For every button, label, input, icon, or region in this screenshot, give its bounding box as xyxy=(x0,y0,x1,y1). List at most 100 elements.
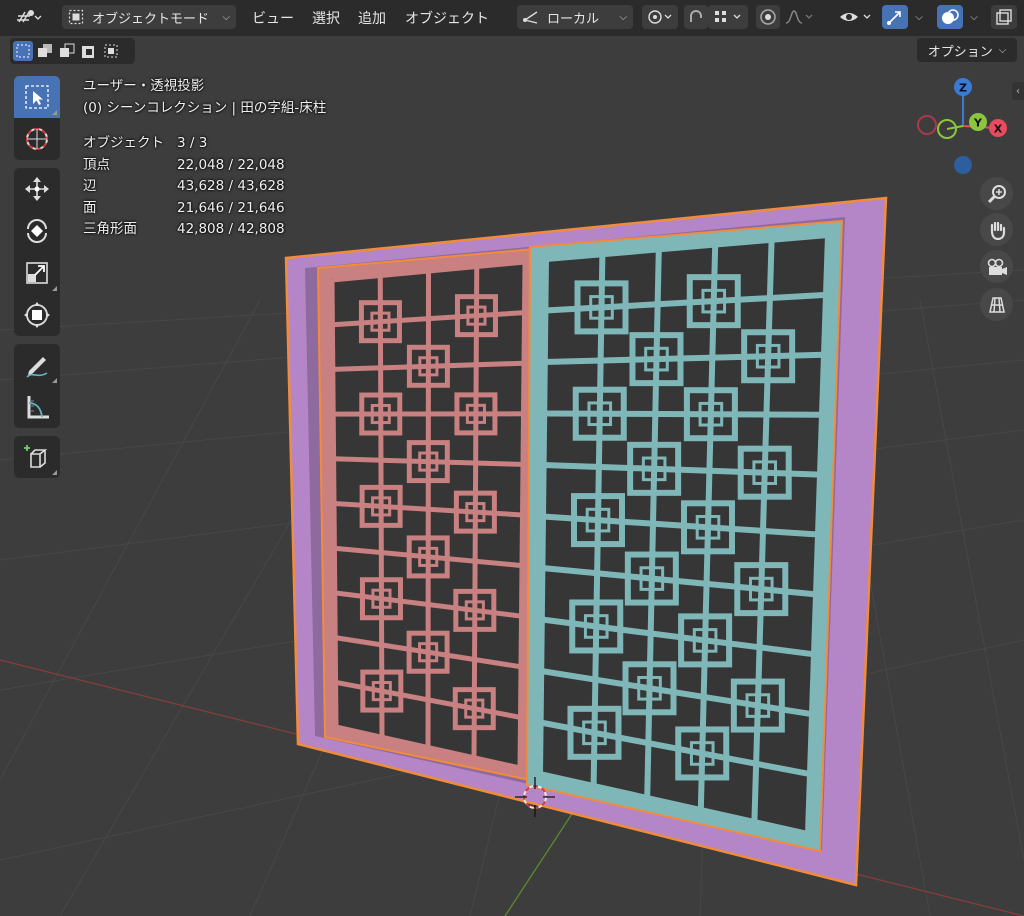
cursor-tool[interactable] xyxy=(14,118,60,160)
zoom-icon xyxy=(987,184,1006,203)
stat-value: 42,808 / 42,808 xyxy=(177,221,285,237)
xray-icon xyxy=(996,9,1012,25)
stat-label: 辺 xyxy=(83,178,97,194)
overlay-toggle[interactable] xyxy=(937,5,963,29)
tool-corner-indicator xyxy=(52,470,57,475)
menu-add[interactable]: 追加 xyxy=(358,8,386,28)
gizmo-icon xyxy=(887,11,901,25)
stat-row: オブジェクト 3 / 3 xyxy=(83,133,326,155)
select-invert-icon[interactable] xyxy=(79,41,99,61)
navigation-gizmo[interactable]: Z Y X xyxy=(912,74,1012,178)
cursor-icon xyxy=(26,128,48,150)
neg-x-axis-ball[interactable] xyxy=(917,115,937,135)
mode-label: オブジェクトモード xyxy=(92,11,210,27)
header-row-2 xyxy=(0,36,1024,66)
stat-row: 面 21,646 / 21,646 xyxy=(83,198,326,220)
selection-mode-group xyxy=(10,38,135,64)
y-axis-label: Y xyxy=(973,117,983,130)
z-axis-label: Z xyxy=(959,82,967,95)
menu-select[interactable]: 選択 xyxy=(312,8,340,28)
neg-z-axis-ball[interactable] xyxy=(954,156,972,174)
falloff-curve-icon xyxy=(785,10,813,24)
chevron-down-icon: ⌵ xyxy=(619,11,627,23)
stat-value: 43,628 / 43,628 xyxy=(177,178,285,194)
measure-tool[interactable] xyxy=(14,386,60,428)
overlay-dropdown[interactable]: ⌵ xyxy=(963,5,985,29)
collection-name: (0) シーンコレクション | 田の字組-床柱 xyxy=(83,99,327,116)
editor-type-button[interactable] xyxy=(6,5,52,29)
stat-label: 面 xyxy=(83,199,97,216)
chevron-down-icon: ⌵ xyxy=(915,11,923,23)
pan-button[interactable] xyxy=(980,213,1013,246)
stat-value: 21,646 / 21,646 xyxy=(177,199,285,216)
chevron-down-icon: ⌵ xyxy=(970,11,978,23)
scene-statistics: オブジェクト 3 / 3 頂点 22,048 / 22,048 辺 43,628 / … xyxy=(83,133,326,241)
menu-view[interactable]: ビュー xyxy=(252,8,294,28)
hand-icon xyxy=(990,221,1005,240)
zoom-button[interactable] xyxy=(980,177,1013,210)
sidebar-toggle[interactable]: ‹ xyxy=(1012,82,1024,100)
camera-icon xyxy=(987,258,1007,275)
snap-grid-icon xyxy=(715,11,741,22)
transform-orientation-label: ローカル xyxy=(547,11,600,27)
select-intersect-icon[interactable] xyxy=(101,41,121,61)
camera-view-button[interactable] xyxy=(980,250,1013,283)
xray-toggle[interactable] xyxy=(991,5,1017,29)
annotate-icon xyxy=(26,357,48,378)
snap-target-dropdown[interactable] xyxy=(708,5,748,29)
stat-row: 三角形面 42,808 / 42,808 xyxy=(83,219,326,241)
move-icon xyxy=(25,177,49,201)
stat-value: 22,048 / 22,048 xyxy=(177,156,285,173)
options-dropdown[interactable]: オプション ⌵ xyxy=(917,38,1017,62)
tool-corner-indicator xyxy=(52,110,57,115)
annotate-tool[interactable] xyxy=(14,344,60,386)
stat-label: 頂点 xyxy=(83,156,110,173)
add-cube-tool[interactable] xyxy=(14,436,60,478)
object-mode-icon xyxy=(68,9,84,25)
move-tool[interactable] xyxy=(14,168,60,210)
visibility-dropdown[interactable] xyxy=(836,5,876,29)
falloff-dropdown[interactable] xyxy=(782,5,818,29)
proportional-edit-toggle[interactable] xyxy=(756,5,780,29)
magnet-icon xyxy=(690,10,702,22)
gizmo-toggle[interactable] xyxy=(882,5,908,29)
transform-tool[interactable] xyxy=(14,294,60,336)
measure-icon xyxy=(27,396,49,419)
select-subtract-icon[interactable] xyxy=(57,41,77,61)
select-extend-icon[interactable] xyxy=(35,41,55,61)
transform-orientation-dropdown[interactable]: ローカル ⌵ xyxy=(517,5,633,29)
tool-corner-indicator xyxy=(52,378,57,383)
gizmo-dropdown[interactable]: ⌵ xyxy=(908,5,930,29)
mode-dropdown[interactable]: オブジェクトモード ⌵ xyxy=(62,5,236,29)
x-axis-label: X xyxy=(994,123,1003,136)
rotate-icon xyxy=(27,219,47,243)
stat-value: 3 / 3 xyxy=(177,135,208,151)
stat-label: 三角形面 xyxy=(83,221,137,237)
eye-icon xyxy=(840,13,871,21)
menu-object[interactable]: オブジェクト xyxy=(405,8,489,28)
perspective-toggle-button[interactable] xyxy=(980,288,1013,321)
viewport-info-overlay: ユーザー・透視投影 (0) シーンコレクション | 田の字組-床柱 オブジェクト… xyxy=(83,76,326,241)
chevron-left-icon: ‹ xyxy=(1016,85,1020,97)
lattice-bar xyxy=(544,410,823,418)
scale-icon xyxy=(26,262,48,284)
view-name: ユーザー・透視投影 xyxy=(83,78,205,94)
add-cube-icon xyxy=(24,445,48,468)
pivot-point-dropdown[interactable] xyxy=(642,5,678,29)
select-box-tool[interactable] xyxy=(14,76,60,118)
scale-tool[interactable] xyxy=(14,252,60,294)
editor-type-icon xyxy=(17,10,42,23)
chevron-down-icon: ⌵ xyxy=(998,44,1007,56)
viewport-header: オブジェクトモード ⌵ ビュー 選択 追加 オブジェクト ローカル ⌵ ⌵ ⌵ xyxy=(0,0,1024,36)
chevron-down-icon: ⌵ xyxy=(222,11,230,23)
snap-toggle[interactable] xyxy=(684,5,708,29)
tool-shelf xyxy=(14,76,60,486)
stat-row: 辺 43,628 / 43,628 xyxy=(83,176,326,198)
options-label: オプション xyxy=(927,44,993,60)
tool-corner-indicator xyxy=(52,286,57,291)
rotate-tool[interactable] xyxy=(14,210,60,252)
select-new-icon[interactable] xyxy=(13,41,33,61)
stat-row: 頂点 22,048 / 22,048 xyxy=(83,155,326,177)
stat-label: オブジェクト xyxy=(83,135,164,151)
transform-icon xyxy=(24,302,50,328)
